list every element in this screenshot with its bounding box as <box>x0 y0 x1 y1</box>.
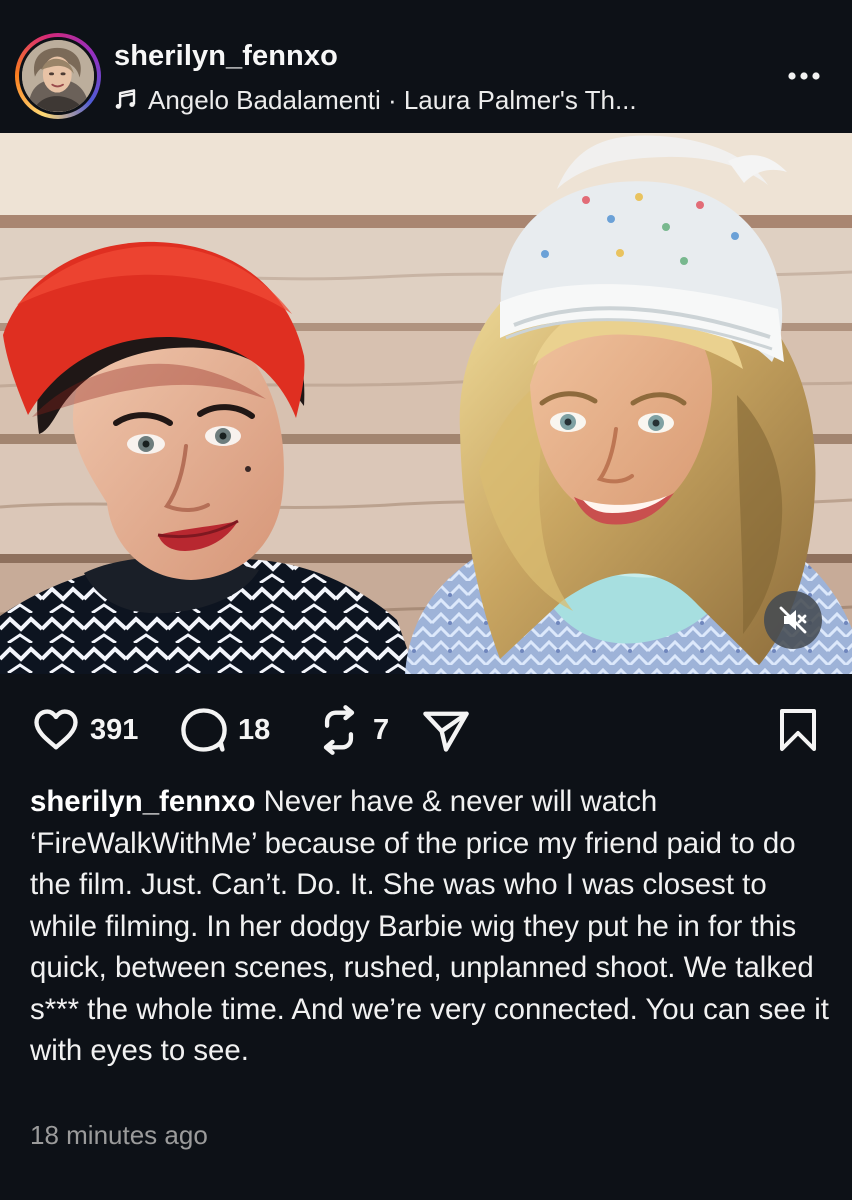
heart-icon <box>34 709 78 750</box>
send-icon <box>423 711 469 752</box>
more-horizontal-icon <box>788 72 820 80</box>
caption-text: Never have & never will watch ‘FireWalkW… <box>30 785 829 1067</box>
comment-button[interactable]: 18 <box>178 704 270 756</box>
post-caption: sherilyn_fennxo Never have & never will … <box>30 781 840 1072</box>
music-note-icon <box>114 88 138 112</box>
like-button[interactable]: 391 <box>30 704 138 756</box>
save-button[interactable] <box>774 706 822 754</box>
avatar-image <box>19 37 97 115</box>
post-username[interactable]: sherilyn_fennxo <box>114 40 338 73</box>
likes-count: 391 <box>90 713 139 746</box>
muted-speaker-icon <box>779 606 807 634</box>
repost-button[interactable]: 7 <box>313 704 389 756</box>
post-photo[interactable] <box>0 133 852 674</box>
share-button[interactable] <box>420 704 472 756</box>
more-options-button[interactable] <box>784 56 824 96</box>
bookmark-icon <box>780 709 816 751</box>
post-header: sherilyn_fennxo Angelo Badalamenti · Lau… <box>0 0 852 133</box>
music-text: Angelo Badalamenti · Laura Palmer's Th..… <box>148 84 637 115</box>
profile-avatar[interactable] <box>15 33 101 119</box>
post-actions: 391 18 7 <box>0 690 852 770</box>
comment-icon <box>181 708 227 752</box>
post-timestamp: 18 minutes ago <box>30 1120 208 1150</box>
instagram-post: sherilyn_fennxo Angelo Badalamenti · Lau… <box>0 0 852 1200</box>
comments-count: 18 <box>238 713 271 746</box>
reposts-count: 7 <box>373 713 390 746</box>
caption-username[interactable]: sherilyn_fennxo <box>30 785 255 818</box>
music-attribution[interactable]: Angelo Badalamenti · Laura Palmer's Th..… <box>114 83 637 117</box>
mute-toggle-button[interactable] <box>764 591 822 649</box>
repost-icon <box>323 705 355 755</box>
